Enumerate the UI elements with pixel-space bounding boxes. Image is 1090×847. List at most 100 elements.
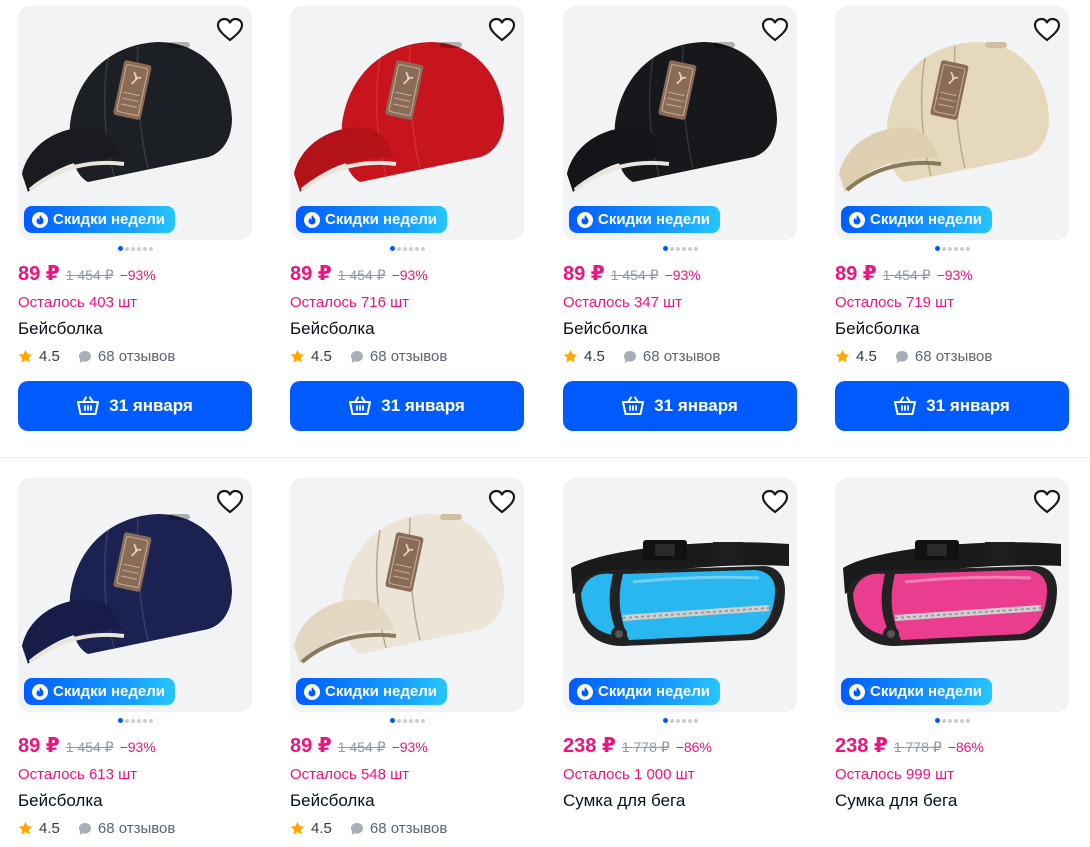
rating-row[interactable]: 4.5 68 отзывов xyxy=(18,348,252,365)
rating-row[interactable]: 4.5 68 отзывов xyxy=(290,348,524,365)
basket-icon xyxy=(349,396,372,415)
rating-row[interactable]: 4.5 68 отзывов xyxy=(290,820,524,837)
rating-value: 4.5 xyxy=(39,348,60,365)
product-image[interactable]: Скидки недели xyxy=(290,478,524,712)
heart-outline-icon[interactable] xyxy=(1033,488,1061,516)
heart-outline-icon[interactable] xyxy=(488,16,516,44)
product-image[interactable]: Скидки недели xyxy=(563,478,797,712)
current-price: 238 ₽ xyxy=(563,735,616,757)
add-to-cart-button[interactable]: 31 января xyxy=(18,381,252,431)
chat-bubble-icon xyxy=(623,350,636,363)
rating-row[interactable]: 4.5 68 отзывов xyxy=(563,348,797,365)
reviews-count: 68 отзывов xyxy=(642,348,721,365)
reviews-count: 68 отзывов xyxy=(369,348,448,365)
product-image[interactable]: Скидки недели xyxy=(18,478,252,712)
image-carousel-dots[interactable] xyxy=(563,246,797,252)
delivery-date-label: 31 января xyxy=(381,396,465,415)
heart-outline-icon[interactable] xyxy=(761,16,789,44)
product-card[interactable]: Скидки недели 89 ₽ 1 454 ₽ −93% Осталось… xyxy=(563,6,797,431)
product-name[interactable]: Сумка для бега xyxy=(563,791,797,811)
rating-value: 4.5 xyxy=(39,820,60,837)
heart-outline-icon[interactable] xyxy=(761,488,789,516)
rating-value: 4.5 xyxy=(856,348,877,365)
product-name[interactable]: Бейсболка xyxy=(290,791,524,811)
product-card[interactable]: Скидки недели 89 ₽ 1 454 ₽ −93% Осталось… xyxy=(18,478,252,837)
add-to-cart-button[interactable]: 31 января xyxy=(563,381,797,431)
star-icon xyxy=(835,349,850,363)
heart-outline-icon[interactable] xyxy=(1033,16,1061,44)
product-name[interactable]: Бейсболка xyxy=(18,319,252,339)
badge-label: Скидки недели xyxy=(598,683,710,700)
rating-value: 4.5 xyxy=(311,348,332,365)
image-carousel-dots[interactable] xyxy=(18,718,252,724)
star-icon xyxy=(563,349,578,363)
weekly-discount-badge: Скидки недели xyxy=(24,206,175,233)
product-name[interactable]: Сумка для бега xyxy=(835,791,1069,811)
image-carousel-dots[interactable] xyxy=(290,246,524,252)
product-name[interactable]: Бейсболка xyxy=(18,791,252,811)
rating-value: 4.5 xyxy=(584,348,605,365)
stock-remaining: Осталось 999 шт xyxy=(835,766,955,783)
delivery-date-label: 31 января xyxy=(109,396,193,415)
rating-row[interactable]: 4.5 68 отзывов xyxy=(835,348,1069,365)
product-name[interactable]: Бейсболка xyxy=(835,319,1069,339)
product-card[interactable]: Скидки недели 89 ₽ 1 454 ₽ −93% Осталось… xyxy=(290,478,524,837)
price-row: 89 ₽ 1 454 ₽ −93% xyxy=(835,261,1069,286)
chat-bubble-icon xyxy=(78,350,91,363)
fire-icon xyxy=(849,211,865,228)
fire-icon xyxy=(577,211,593,228)
fire-icon xyxy=(32,211,48,228)
star-icon xyxy=(290,349,305,363)
product-card[interactable]: Скидки недели 89 ₽ 1 454 ₽ −93% Осталось… xyxy=(835,6,1069,431)
old-price: 1 454 ₽ xyxy=(337,739,386,755)
stock-remaining: Осталось 403 шт xyxy=(18,294,138,311)
image-carousel-dots[interactable] xyxy=(563,718,797,724)
image-carousel-dots[interactable] xyxy=(835,718,1069,724)
image-carousel-dots[interactable] xyxy=(18,246,252,252)
product-image[interactable]: Скидки недели xyxy=(290,6,524,240)
weekly-discount-badge: Скидки недели xyxy=(841,678,992,705)
price-row: 89 ₽ 1 454 ₽ −93% xyxy=(290,733,524,758)
product-name[interactable]: Бейсболка xyxy=(563,319,797,339)
old-price: 1 454 ₽ xyxy=(337,267,386,283)
product-card[interactable]: Скидки недели 238 ₽ 1 778 ₽ −86% Осталос… xyxy=(563,478,797,811)
fire-icon xyxy=(849,683,865,700)
heart-outline-icon[interactable] xyxy=(488,488,516,516)
chat-bubble-icon xyxy=(78,822,91,835)
product-image[interactable]: Скидки недели xyxy=(835,478,1069,712)
product-card[interactable]: Скидки недели 238 ₽ 1 778 ₽ −86% Осталос… xyxy=(835,478,1069,811)
add-to-cart-button[interactable]: 31 января xyxy=(835,381,1069,431)
heart-outline-icon[interactable] xyxy=(216,488,244,516)
star-icon xyxy=(290,821,305,835)
basket-icon xyxy=(894,396,917,415)
product-card[interactable]: Скидки недели 89 ₽ 1 454 ₽ −93% Осталось… xyxy=(290,6,524,431)
old-price: 1 454 ₽ xyxy=(65,267,114,283)
price-row: 89 ₽ 1 454 ₽ −93% xyxy=(18,261,252,286)
product-image[interactable]: Скидки недели xyxy=(18,6,252,240)
badge-label: Скидки недели xyxy=(325,683,437,700)
current-price: 89 ₽ xyxy=(18,735,60,757)
price-row: 89 ₽ 1 454 ₽ −93% xyxy=(290,261,524,286)
current-price: 89 ₽ xyxy=(563,263,605,285)
weekly-discount-badge: Скидки недели xyxy=(569,206,720,233)
add-to-cart-button[interactable]: 31 января xyxy=(290,381,524,431)
rating-row[interactable]: 4.5 68 отзывов xyxy=(18,820,252,837)
discount-percent: −86% xyxy=(675,739,712,755)
product-card[interactable]: Скидки недели 89 ₽ 1 454 ₽ −93% Осталось… xyxy=(18,6,252,431)
image-carousel-dots[interactable] xyxy=(290,718,524,724)
price-row: 238 ₽ 1 778 ₽ −86% xyxy=(835,733,1069,758)
product-image[interactable]: Скидки недели xyxy=(563,6,797,240)
badge-label: Скидки недели xyxy=(53,683,165,700)
delivery-date-label: 31 января xyxy=(654,396,738,415)
discount-percent: −93% xyxy=(664,267,701,283)
product-image[interactable]: Скидки недели xyxy=(835,6,1069,240)
old-price: 1 778 ₽ xyxy=(893,739,942,755)
current-price: 89 ₽ xyxy=(18,263,60,285)
image-carousel-dots[interactable] xyxy=(835,246,1069,252)
discount-percent: −93% xyxy=(936,267,973,283)
heart-outline-icon[interactable] xyxy=(216,16,244,44)
rating-value: 4.5 xyxy=(311,820,332,837)
discount-percent: −93% xyxy=(391,267,428,283)
fire-icon xyxy=(577,683,593,700)
product-name[interactable]: Бейсболка xyxy=(290,319,524,339)
